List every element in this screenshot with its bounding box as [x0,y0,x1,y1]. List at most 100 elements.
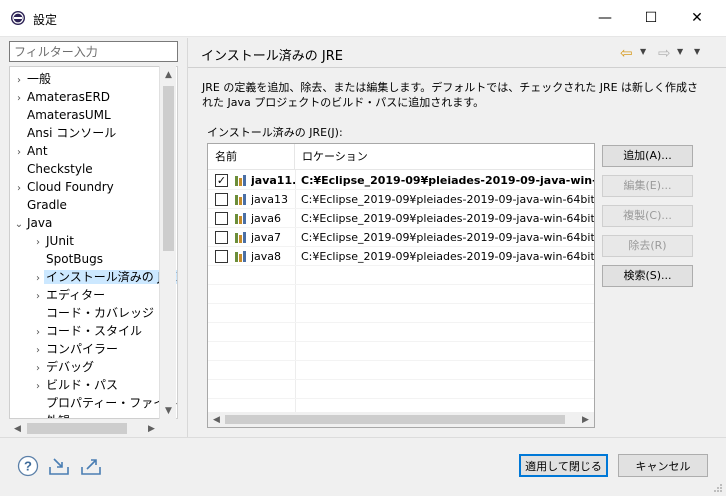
empty-row-line [208,284,594,285]
table-row[interactable]: java13 C:¥Eclipse_2019-09¥pleiades-2019-0… [208,190,595,209]
scroll-up-icon[interactable]: ▲ [160,66,177,83]
table-row[interactable]: java6 C:¥Eclipse_2019-09¥pleiades-2019-09… [208,209,595,228]
tree-item-label: エディター [46,288,106,302]
scroll-right-icon[interactable]: ▶ [143,420,160,437]
close-button[interactable]: ✕ [674,0,720,36]
tree-item[interactable]: コード・カバレッジ [32,304,156,322]
scroll-left-icon[interactable]: ◀ [208,412,225,427]
edit-jre-button[interactable]: 編集(E)... [602,175,693,197]
eclipse-app-icon [11,11,25,25]
tree-vertical-scrollbar[interactable]: ▲ ▼ [159,66,176,419]
tree-item-label: コード・スタイル [46,324,143,338]
view-menu-icon[interactable]: ▼ [694,47,700,56]
title-bar: 設定 — ☐ ✕ [0,0,726,37]
apply-and-close-button[interactable]: 適用して閉じる [519,454,608,477]
jre-checkbox[interactable] [215,212,228,225]
tree-item-label: SpotBugs [46,252,103,266]
jre-library-icon [235,194,246,205]
filter-input[interactable] [9,41,178,62]
tree-item[interactable]: › コード・スタイル [32,322,144,340]
preference-tree[interactable]: › 一般 › AmaterasERD AmaterasUML Ansi コンソール › Ant… [9,66,178,419]
export-preferences-icon[interactable] [80,455,102,477]
tree-item[interactable]: › AmaterasERD [13,88,112,106]
search-jre-button[interactable]: 検索(S)... [602,265,693,287]
tree-item[interactable]: › インストール済みの JRE [32,268,177,286]
page-description: JRE の定義を追加、除去、または編集します。デフォルトでは、チェックされた J… [202,81,699,109]
collapsed-chevron-icon[interactable]: › [32,414,44,418]
minimize-button[interactable]: — [582,0,628,36]
expanded-chevron-icon[interactable]: ⌄ [13,216,25,234]
tree-item[interactable]: AmaterasUML [13,106,113,124]
tree-item-label: Gradle [27,198,67,212]
tree-item[interactable]: › デバッグ [32,358,96,376]
tree-item[interactable]: › ビルド・パス [32,376,120,394]
duplicate-jre-button[interactable]: 複製(C)... [602,205,693,227]
table-row[interactable]: ✓ java11... C:¥Eclipse_2019-09¥pleiades-20… [208,171,595,190]
tree-item-label: Java [27,216,53,230]
jre-name: java13 [251,193,289,206]
back-arrow-icon[interactable]: ⇦ [620,44,633,62]
jre-library-icon [235,213,246,224]
tree-item[interactable]: プロパティー・ファイル・エデ [32,394,177,412]
jre-name: java6 [251,212,282,225]
pane-sash[interactable] [187,38,188,437]
scroll-right-icon[interactable]: ▶ [577,412,594,427]
empty-row-line [208,360,594,361]
tree-hscroll-thumb[interactable] [27,423,127,434]
tree-item[interactable]: SpotBugs [32,250,105,268]
tree-item[interactable]: Gradle [13,196,69,214]
jre-library-icon [235,175,246,186]
forward-arrow-icon[interactable]: ⇨ [658,44,671,62]
table-row[interactable]: java8 C:¥Eclipse_2019-09¥pleiades-2019-09… [208,247,594,266]
empty-row-line [208,303,594,304]
jre-checkbox[interactable]: ✓ [215,174,228,187]
cancel-button[interactable]: キャンセル [618,454,708,477]
empty-row-line [208,398,594,399]
resize-grip-icon[interactable] [713,483,723,493]
scroll-left-icon[interactable]: ◀ [9,420,26,437]
forward-history-dropdown-icon[interactable]: ▼ [677,47,683,56]
tree-item-label: JUnit [46,234,74,248]
tree-item-label: ビルド・パス [46,378,119,392]
empty-row-line [208,322,594,323]
tree-item[interactable]: › 一般 [13,70,53,88]
tree-item[interactable]: ›外観 [32,412,72,418]
tree-item[interactable]: › JUnit [32,232,76,250]
jre-checkbox[interactable] [215,250,228,263]
tree-item[interactable]: › Cloud Foundry [13,178,116,196]
tree-item[interactable]: Ansi コンソール [13,124,118,142]
remove-jre-button[interactable]: 除去(R) [602,235,693,257]
tree-item[interactable]: › エディター [32,286,107,304]
add-jre-button[interactable]: 追加(A)... [602,145,693,167]
jre-name: java7 [251,231,282,244]
help-icon[interactable]: ? [17,455,39,477]
scroll-down-icon[interactable]: ▼ [160,402,177,419]
tree-item[interactable]: › Ant [13,142,50,160]
jre-checkbox[interactable] [215,193,228,206]
table-horizontal-scrollbar[interactable]: ◀ ▶ [208,412,594,427]
jre-name: java8 [251,250,282,263]
tree-item[interactable]: ⌄ Java [13,214,54,232]
tree-item[interactable]: Checkstyle [13,160,95,178]
import-preferences-icon[interactable] [48,455,70,477]
table-row[interactable]: java7 C:¥Eclipse_2019-09¥pleiades-2019-09… [208,228,595,247]
column-header-location[interactable]: ロケーション [295,144,594,170]
window-title: 設定 [33,13,58,27]
tree-scroll-thumb[interactable] [163,86,174,251]
tree-horizontal-scrollbar[interactable]: ◀ ▶ [9,420,160,437]
jre-location: C:¥Eclipse_2019-09¥pleiades-2019-09-java… [301,174,595,187]
jre-location: C:¥Eclipse_2019-09¥pleiades-2019-09-java… [301,212,595,225]
jre-location: C:¥Eclipse_2019-09¥pleiades-2019-09-java… [301,231,595,244]
tree-item-label: Ant [27,144,48,158]
jre-table[interactable]: 名前 ロケーション ✓ java11... C:¥Eclipse_2019-09¥p… [207,143,595,428]
column-header-name[interactable]: 名前 [208,144,295,170]
jre-library-icon [235,251,246,262]
jre-checkbox[interactable] [215,231,228,244]
maximize-button[interactable]: ☐ [628,0,674,36]
table-hscroll-thumb[interactable] [225,415,565,424]
tree-item[interactable]: › コンパイラー [32,340,120,358]
jre-location: C:¥Eclipse_2019-09¥pleiades-2019-09-java… [301,193,595,206]
back-history-dropdown-icon[interactable]: ▼ [640,47,646,56]
jre-name: java11... [251,174,295,187]
tree-item-label: AmaterasERD [27,90,111,104]
